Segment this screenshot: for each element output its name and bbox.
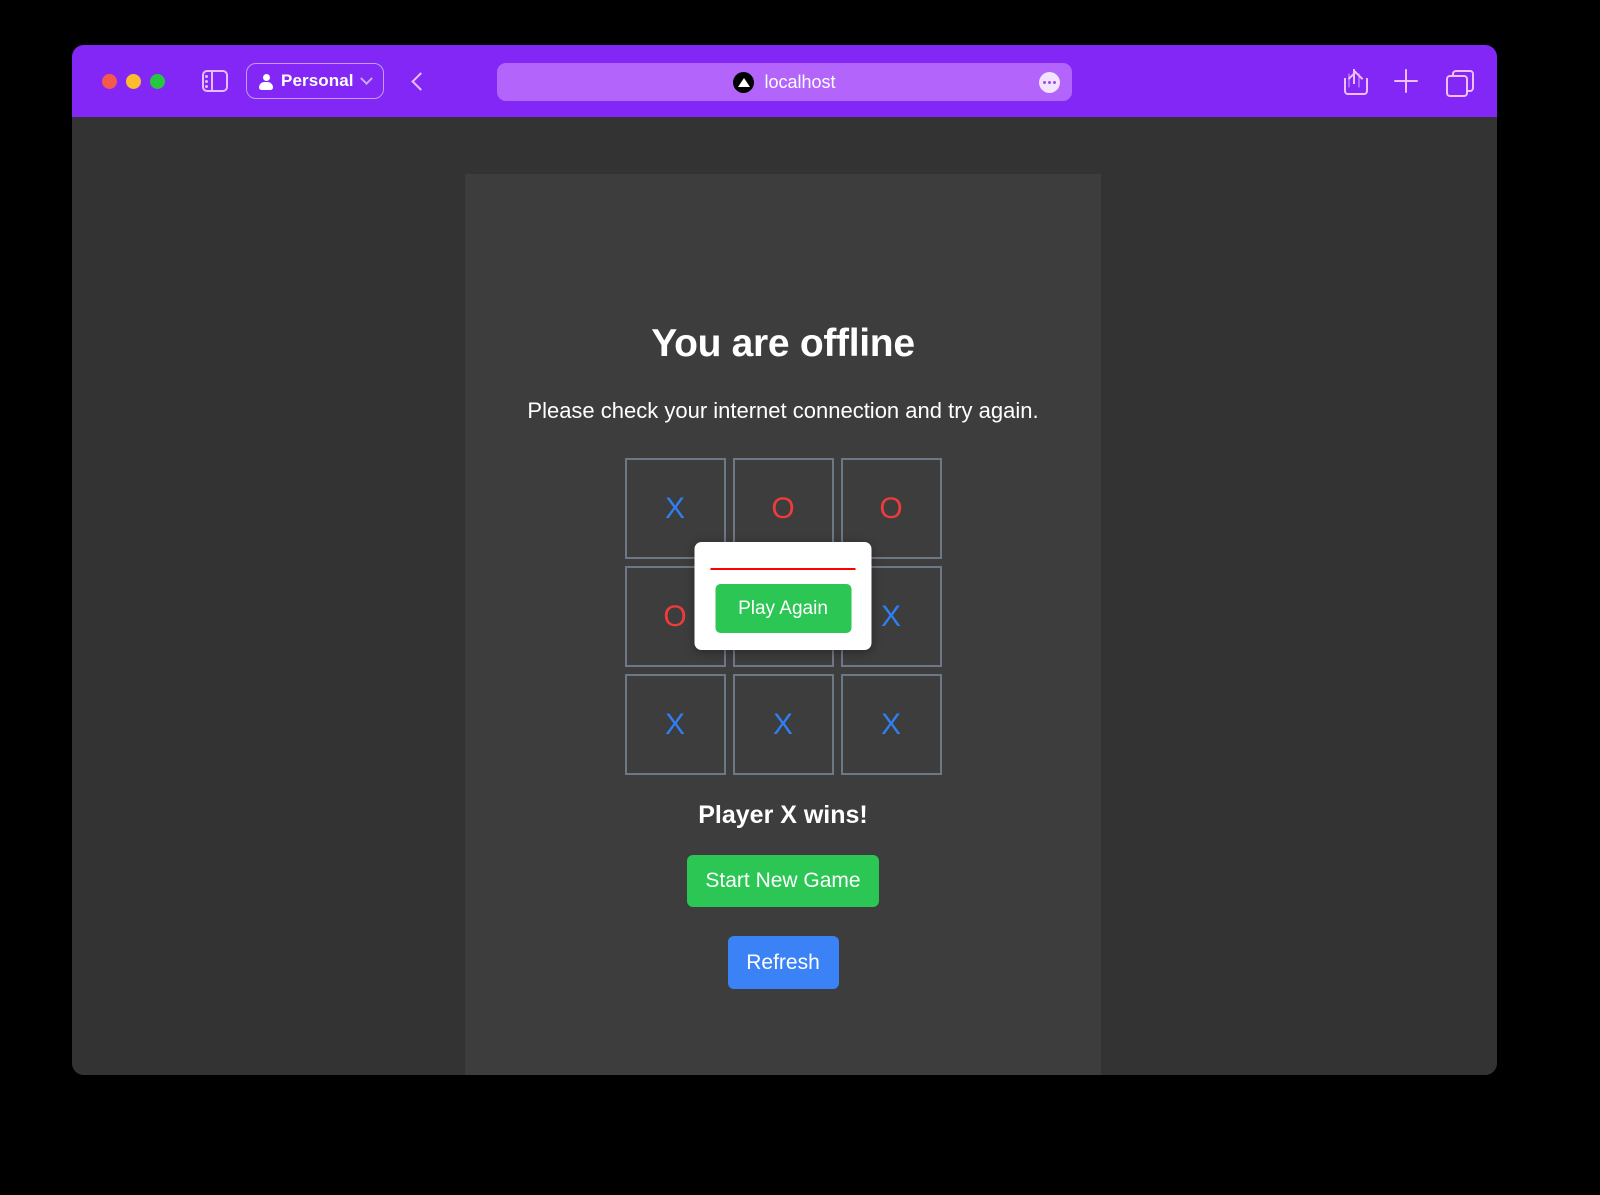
share-icon[interactable] bbox=[1341, 68, 1368, 95]
close-window-button[interactable] bbox=[102, 73, 117, 89]
profile-label: Personal bbox=[281, 71, 354, 90]
toolbar-actions bbox=[1341, 45, 1474, 117]
maximize-window-button[interactable] bbox=[150, 73, 165, 89]
triangle-in-circle-icon bbox=[733, 71, 755, 93]
game-board-area: X O O O X X X X Play Again bbox=[465, 458, 1101, 775]
browser-toolbar: Personal localhost bbox=[72, 45, 1497, 117]
minimize-window-button[interactable] bbox=[126, 73, 141, 89]
game-over-modal: Play Again bbox=[694, 542, 872, 650]
chevron-down-icon bbox=[359, 71, 373, 85]
page-subtitle: Please check your internet connection an… bbox=[527, 398, 1039, 423]
game-status-text: Player X wins! bbox=[698, 801, 868, 829]
address-bar[interactable]: localhost bbox=[497, 63, 1072, 101]
chevron-left-icon[interactable] bbox=[406, 69, 430, 93]
sidebar-icon[interactable] bbox=[202, 70, 228, 92]
share-arrow-icon bbox=[1348, 69, 1360, 81]
offline-page-container: You are offline Please check your intern… bbox=[465, 174, 1101, 1075]
window-traffic-lights bbox=[102, 73, 165, 89]
page-title: You are offline bbox=[651, 322, 915, 365]
address-bar-content: localhost bbox=[733, 71, 836, 93]
modal-divider bbox=[710, 568, 856, 570]
ellipsis-icon[interactable] bbox=[1039, 72, 1060, 93]
tabs-icon[interactable] bbox=[1445, 68, 1474, 97]
play-again-button[interactable]: Play Again bbox=[715, 584, 851, 633]
board-cell[interactable]: X bbox=[840, 674, 942, 775]
browser-window: Personal localhost You are offline Pleas… bbox=[72, 45, 1497, 1075]
page-viewport: You are offline Please check your intern… bbox=[72, 117, 1497, 1075]
person-icon bbox=[259, 73, 273, 90]
board-cell[interactable]: X bbox=[624, 674, 726, 775]
refresh-button[interactable]: Refresh bbox=[727, 936, 839, 989]
start-new-game-button[interactable]: Start New Game bbox=[687, 855, 879, 907]
address-bar-url: localhost bbox=[764, 71, 836, 92]
plus-icon[interactable] bbox=[1393, 68, 1419, 94]
board-cell[interactable]: X bbox=[732, 674, 834, 775]
profile-selector[interactable]: Personal bbox=[246, 63, 384, 99]
